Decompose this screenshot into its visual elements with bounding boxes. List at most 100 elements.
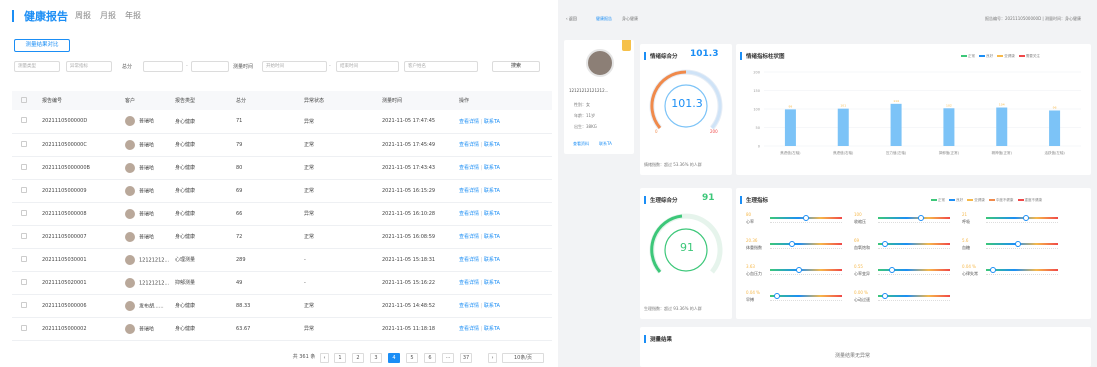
end-time-input[interactable]: 结束时间 — [336, 61, 399, 72]
row-checkbox[interactable] — [21, 324, 27, 331]
row-checkbox[interactable] — [21, 278, 27, 285]
metric-indicator — [882, 293, 889, 299]
view-detail-link[interactable]: 查看详情 — [459, 119, 479, 125]
page-7-button[interactable]: ··· — [442, 353, 454, 363]
back-link[interactable]: ‹ 返回 — [566, 16, 577, 22]
page-2-button[interactable]: 2 — [352, 353, 364, 363]
y-tick-label: 100 — [753, 108, 760, 112]
contact-link[interactable]: 联系TA — [484, 257, 500, 263]
view-detail-link[interactable]: 查看详情 — [459, 280, 479, 286]
row-checkbox[interactable] — [21, 209, 27, 216]
select-all-checkbox[interactable] — [21, 96, 27, 103]
col-time: 测量时间 — [382, 91, 459, 110]
view-detail-link[interactable]: 查看详情 — [459, 234, 479, 240]
contact-link[interactable]: 联系TA — [484, 211, 500, 217]
row-checkbox[interactable] — [21, 163, 27, 170]
contact-link[interactable]: 联系TA — [484, 188, 500, 194]
x-tick-label: 精神值(正常) — [992, 150, 1013, 155]
view-detail-link[interactable]: 查看详情 — [459, 257, 479, 263]
table-row: 20211105000000B 普瑞哈 身心健康 80 正常 2021-11-05 17:… — [12, 156, 552, 180]
start-time-input[interactable]: 开始时间 — [262, 61, 327, 72]
contact-link[interactable]: 联系TA — [484, 165, 500, 171]
row-checkbox[interactable] — [21, 117, 27, 124]
view-detail-link[interactable]: 查看详情 — [459, 303, 479, 309]
avatar — [125, 208, 135, 219]
actions: 查看详情 | 联系TA — [459, 156, 552, 180]
next-page-button[interactable]: › — [488, 353, 497, 363]
row-checkbox[interactable] — [21, 255, 27, 262]
contact-link[interactable]: 联系TA — [484, 326, 500, 332]
metric-range-bar — [770, 295, 842, 297]
view-detail-link[interactable]: 查看详情 — [459, 142, 479, 148]
avatar — [125, 116, 135, 127]
view-profile-link[interactable]: 查看资料 — [573, 141, 589, 147]
metric-range-bar — [986, 269, 1058, 271]
metric-label: 心率 — [746, 219, 754, 224]
search-button[interactable]: 搜索 — [492, 61, 540, 72]
contact-link[interactable]: 联系TA — [599, 141, 612, 147]
app-root: 健康报告 周报 月报 年报 测量结果对比 测量类型 异常指标 总分 - 测量时间… — [0, 0, 1097, 367]
page-8-button[interactable]: 37 — [460, 353, 472, 363]
prev-page-button[interactable]: ‹ — [320, 353, 329, 363]
breadcrumb-report[interactable]: 健康报告 — [596, 16, 612, 22]
view-detail-link[interactable]: 查看详情 — [459, 188, 479, 194]
avatar — [586, 49, 614, 77]
contact-link[interactable]: 联系TA — [484, 280, 500, 286]
measure-type-select[interactable]: 测量类型 — [14, 61, 60, 72]
result-card: 测量结果 测量结果无异常 — [640, 327, 1091, 367]
metric-label: 心律失常 — [962, 271, 978, 276]
metric-value: 80 — [746, 212, 752, 217]
report-table: 报告编号 客户 报告类型 总分 异常状态 测量时间 操作 20211105000… — [12, 91, 552, 341]
score-max-input[interactable] — [191, 61, 229, 72]
per-page-select[interactable]: 10条/页 — [502, 353, 544, 363]
physical-score-header: 91 — [702, 193, 715, 203]
age-row: 年龄：11岁 — [574, 113, 596, 118]
row-checkbox[interactable] — [21, 301, 27, 308]
metric-indicator — [882, 241, 889, 247]
customer-name: 普瑞哈 — [139, 211, 155, 217]
contact-link[interactable]: 联系TA — [484, 303, 500, 309]
metric-range-bar — [878, 217, 950, 219]
page-6-button[interactable]: 6 — [424, 353, 436, 363]
report-id: 20211105000008 — [42, 202, 125, 226]
customer-search-input[interactable]: 客户姓名 — [404, 61, 478, 72]
contact-link[interactable]: 联系TA — [484, 234, 500, 240]
abnormal-select[interactable]: 异常指标 — [66, 61, 112, 72]
row-checkbox[interactable] — [21, 140, 27, 147]
compare-button[interactable]: 测量结果对比 — [14, 39, 70, 52]
contact-link[interactable]: 联系TA — [484, 119, 500, 125]
gauge-min: 0 — [655, 129, 658, 134]
customer-cell: 发布胡...... — [125, 294, 175, 318]
report-type: 身心健康 — [175, 317, 236, 341]
score: 289 — [236, 248, 304, 272]
emotion-chart-title: 情绪指标柱状图 — [746, 54, 785, 60]
bar-value-label: 101 — [840, 104, 846, 108]
score-min-input[interactable] — [143, 61, 183, 72]
row-checkbox[interactable] — [21, 186, 27, 193]
table-row: 2021110500000C 普瑞哈 身心健康 79 正常 2021-11-05 17:4… — [12, 133, 552, 157]
total-count: 共 361 条 — [292, 354, 316, 360]
contact-link[interactable]: 联系TA — [484, 142, 500, 148]
range-dash: - — [186, 63, 188, 69]
view-detail-link[interactable]: 查看详情 — [459, 165, 479, 171]
result-accent — [644, 335, 646, 343]
page-4-button[interactable]: 4 — [388, 353, 400, 363]
score: 69 — [236, 179, 304, 203]
page-3-button[interactable]: 3 — [370, 353, 382, 363]
page-5-button[interactable]: 5 — [406, 353, 418, 363]
physio-metric: 0.04 % 早搏 — [746, 290, 846, 312]
view-detail-link[interactable]: 查看详情 — [459, 326, 479, 332]
physical-footer: 生理指数：超过 93.36% 的人群 — [644, 306, 702, 311]
score-label: 总分 — [122, 64, 133, 70]
tab-yearly[interactable]: 年报 — [125, 10, 141, 21]
view-detail-link[interactable]: 查看详情 — [459, 211, 479, 217]
page-1-button[interactable]: 1 — [334, 353, 346, 363]
tab-monthly[interactable]: 月报 — [100, 10, 116, 21]
customer-name: 12121212... — [139, 280, 170, 286]
tab-weekly[interactable]: 周报 — [75, 10, 91, 21]
row-checkbox[interactable] — [21, 232, 27, 239]
metric-value: 0.55 — [854, 264, 863, 269]
x-tick-label: 压力值(左轴) — [886, 150, 907, 155]
metric-label: 心动过速 — [854, 297, 870, 302]
physical-gauge-score: 91 — [680, 241, 694, 254]
